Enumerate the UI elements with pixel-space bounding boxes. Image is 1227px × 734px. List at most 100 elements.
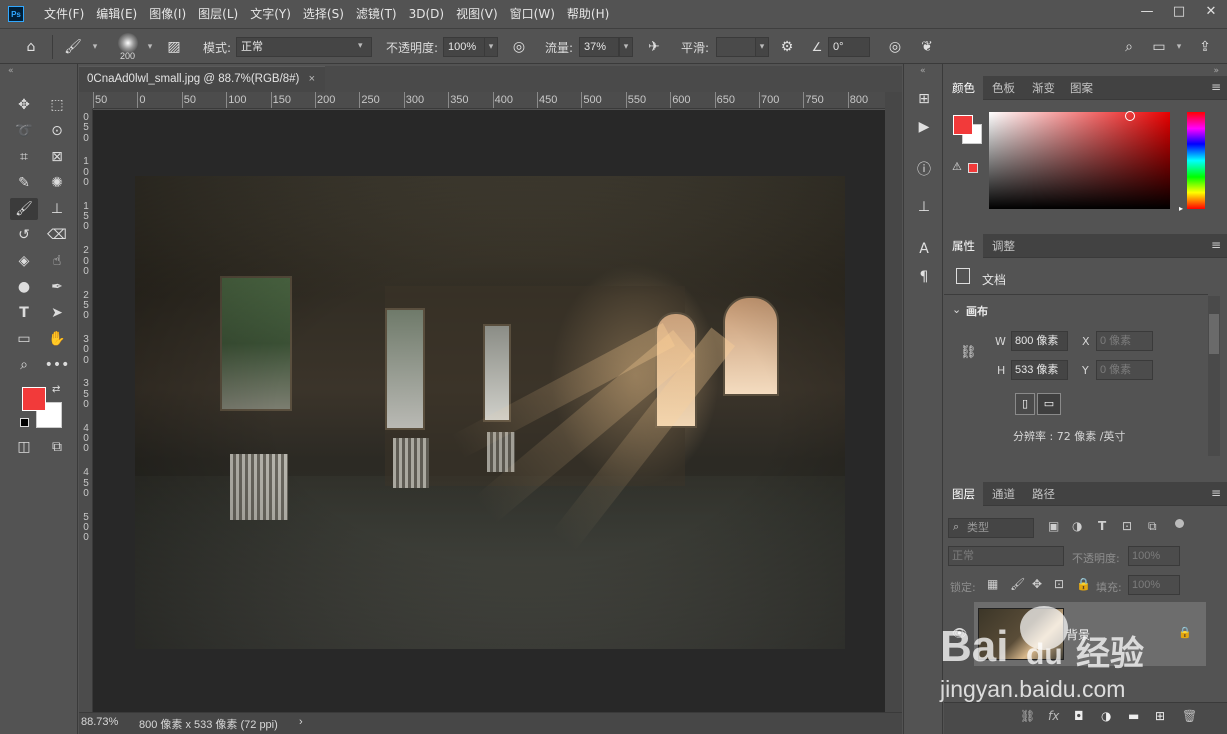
y-input[interactable]: 0 像素 (1096, 360, 1153, 380)
fill-input[interactable]: 100% (1128, 575, 1180, 595)
menu-file[interactable]: 文件(F) (38, 0, 90, 28)
history-brush-tool-icon[interactable]: ↺ (12, 224, 36, 246)
blend-mode-select[interactable]: 正常 (948, 546, 1064, 566)
vertical-ruler[interactable]: 050100150200250300350400450500 (79, 109, 93, 712)
add-mask-icon[interactable]: ◘ (1074, 709, 1084, 723)
hand-tool-icon[interactable]: ✋ (45, 328, 69, 350)
angle-input[interactable]: 0° (828, 37, 870, 57)
horizontal-ruler[interactable]: 50 0 50 100 150 200 250 300 350 400 450 500 550 600 65… (93, 92, 885, 109)
hue-slider[interactable] (1187, 112, 1205, 209)
pixel-filter-icon[interactable]: ▣ (1048, 519, 1059, 533)
eraser-tool-icon[interactable]: ⌫ (45, 224, 69, 246)
info-icon[interactable]: ⓘ (912, 158, 936, 180)
brush-tool-icon[interactable]: 🖌 (10, 198, 38, 220)
link-icon[interactable]: ⛓ (960, 345, 977, 360)
pressure-size-icon[interactable]: ◎ (886, 38, 904, 56)
opacity-dropdown[interactable]: ▾ (484, 37, 498, 57)
paragraph-icon[interactable]: ¶ (912, 266, 936, 288)
vertical-scrollbar[interactable] (885, 92, 902, 712)
portrait-orientation-icon[interactable]: ▯ (1015, 393, 1035, 415)
gear-icon[interactable]: ⚙ (778, 38, 796, 56)
properties-scroll-thumb[interactable] (1209, 314, 1219, 354)
height-input[interactable]: 533 像素 (1011, 360, 1068, 380)
clone-source-icon[interactable]: ⊥ (912, 196, 936, 218)
screen-mode-icon[interactable]: ⧉ (45, 436, 69, 458)
layer-filter-select[interactable]: 类型 (948, 518, 1034, 538)
more-tools-icon[interactable]: ••• (45, 354, 70, 376)
lock-pixels-icon[interactable]: 🖌 (1010, 577, 1025, 591)
smoothing-input[interactable] (716, 37, 756, 57)
adjustment-filter-icon[interactable]: ◑ (1072, 519, 1082, 533)
flow-input[interactable]: 37% (579, 37, 619, 57)
lasso-tool-icon[interactable]: ➰ (12, 120, 36, 142)
quick-mask-icon[interactable]: ◫ (12, 436, 36, 458)
crop-tool-icon[interactable]: ⌗ (12, 146, 36, 168)
menu-layer[interactable]: 图层(L) (192, 0, 244, 28)
close-button[interactable]: ✕ (1195, 0, 1227, 22)
character-panel-icon[interactable]: A (912, 238, 936, 260)
tab-color[interactable]: 颜色 (944, 76, 983, 100)
menu-edit[interactable]: 编辑(E) (90, 0, 143, 28)
menu-view[interactable]: 视图(V) (450, 0, 504, 28)
menu-type[interactable]: 文字(Y) (244, 0, 297, 28)
pen-tool-icon[interactable]: ✒ (45, 276, 69, 298)
tab-close-icon[interactable]: × (309, 67, 315, 91)
foreground-color-swatch[interactable] (22, 387, 46, 411)
link-layers-icon[interactable]: ⛓ (1020, 709, 1035, 723)
flow-dropdown[interactable]: ▾ (619, 37, 633, 57)
move-tool-icon[interactable]: ✥ (12, 94, 36, 116)
filter-toggle-icon[interactable] (1175, 519, 1184, 528)
color-picker-handle[interactable] (1125, 111, 1135, 121)
search-icon[interactable]: ⌕ (1120, 38, 1138, 56)
color-spectrum-field[interactable] (989, 112, 1170, 209)
brush-settings-icon[interactable]: ▨ (165, 38, 183, 56)
status-menu-arrow[interactable]: › (299, 716, 303, 728)
document-tab[interactable]: 0CnaAd0lwl_small.jpg @ 88.7%(RGB/8#) × (79, 66, 325, 92)
rectangle-tool-icon[interactable]: ▭ (12, 328, 36, 350)
layer-row-background[interactable]: 背景 🔒 (974, 602, 1206, 666)
airbrush-icon[interactable]: ✈ (645, 38, 663, 56)
path-selection-tool-icon[interactable]: ➤ (45, 302, 69, 324)
minimize-button[interactable]: — (1131, 0, 1163, 22)
zoom-level[interactable]: 88.73% (81, 716, 118, 728)
history-panel-icon[interactable]: ⊞ (912, 88, 936, 110)
new-layer-icon[interactable]: ⊞ (1155, 709, 1165, 723)
smudge-tool-icon[interactable]: ☝ (45, 250, 69, 272)
tab-swatches[interactable]: 色板 (984, 76, 1023, 100)
fx-icon[interactable]: fx (1048, 709, 1059, 723)
shape-filter-icon[interactable]: ⊡ (1122, 519, 1132, 533)
home-icon[interactable]: ⌂ (22, 38, 40, 56)
visibility-eye-icon[interactable]: 👁 (952, 626, 967, 640)
eyedropper-tool-icon[interactable]: ✎ (12, 172, 36, 194)
pressure-opacity-icon[interactable]: ◎ (510, 38, 528, 56)
menu-3d[interactable]: 3D(D) (403, 0, 450, 28)
type-filter-icon[interactable]: T (1098, 519, 1106, 533)
maximize-button[interactable]: □ (1163, 0, 1195, 22)
menu-select[interactable]: 选择(S) (297, 0, 350, 28)
adjustment-layer-icon[interactable]: ◑ (1101, 709, 1111, 723)
expand-icon[interactable]: » (1213, 66, 1219, 76)
panel-menu-icon[interactable]: ≡ (1211, 486, 1221, 500)
default-colors-icon[interactable] (20, 418, 29, 427)
lock-artboard-icon[interactable]: ⊡ (1054, 577, 1064, 591)
tab-gradients[interactable]: 渐变 (1024, 76, 1063, 100)
share-icon[interactable]: ⇪ (1196, 38, 1214, 56)
mode-select[interactable]: 正常 (236, 37, 372, 57)
menu-window[interactable]: 窗口(W) (504, 0, 561, 28)
landscape-orientation-icon[interactable]: ▭ (1037, 393, 1061, 415)
hue-slider-handle[interactable]: ▸ (1179, 204, 1183, 213)
tab-properties[interactable]: 属性 (944, 234, 983, 258)
tab-layers[interactable]: 图层 (944, 482, 983, 506)
lock-transparent-icon[interactable]: ▦ (987, 577, 998, 591)
x-input[interactable]: 0 像素 (1096, 331, 1153, 351)
opacity-input[interactable]: 100% (443, 37, 485, 57)
tab-patterns[interactable]: 图案 (1062, 76, 1101, 100)
color-panel-foreground-swatch[interactable] (953, 115, 973, 135)
menu-help[interactable]: 帮助(H) (561, 0, 615, 28)
dodge-tool-icon[interactable]: ● (12, 276, 36, 298)
swap-colors-icon[interactable]: ⇄ (52, 384, 60, 395)
document-image[interactable] (135, 176, 845, 649)
gamut-warning-icon[interactable]: ⚠ (952, 160, 962, 173)
workspace-icon[interactable]: ▭ (1150, 38, 1168, 56)
menu-image[interactable]: 图像(I) (143, 0, 192, 28)
